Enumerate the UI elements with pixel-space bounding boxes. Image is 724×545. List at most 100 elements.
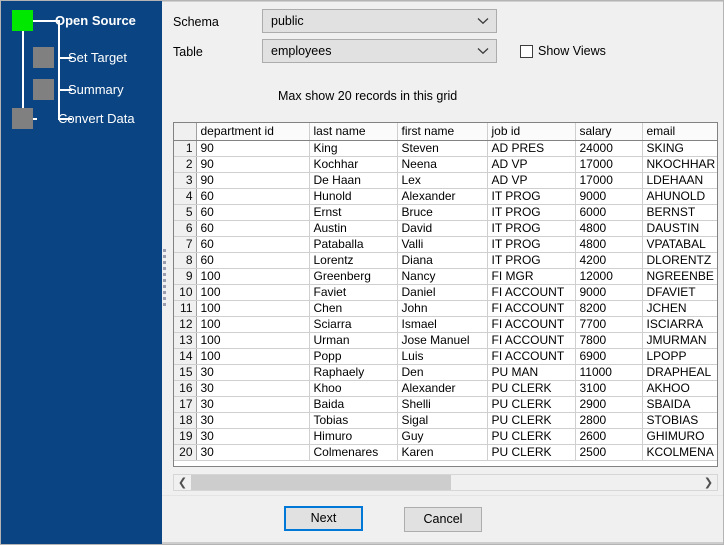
cell-department-id[interactable]: 90 [196, 156, 310, 173]
cell-job-id[interactable]: AD VP [487, 172, 576, 189]
cell-job-id[interactable]: IT PROG [487, 236, 576, 253]
table-row[interactable]: 12 100 Sciarra Ismael FI ACCOUNT 7700 ISCIARRA [174, 316, 717, 333]
cell-last-name[interactable]: Himuro [309, 428, 398, 445]
cell-last-name[interactable]: Greenberg [309, 268, 398, 285]
row-header-number[interactable]: 5 [174, 204, 197, 221]
cell-first-name[interactable]: Sigal [397, 412, 488, 429]
cell-job-id[interactable]: IT PROG [487, 252, 576, 269]
row-header-number[interactable]: 1 [174, 140, 197, 157]
cell-salary[interactable]: 8200 [575, 300, 643, 317]
cell-first-name[interactable]: Daniel [397, 284, 488, 301]
cell-department-id[interactable]: 30 [196, 412, 310, 429]
cell-last-name[interactable]: Chen [309, 300, 398, 317]
cell-last-name[interactable]: Urman [309, 332, 398, 349]
column-header-department-id[interactable]: department id [196, 123, 310, 141]
cell-first-name[interactable]: Diana [397, 252, 488, 269]
cell-last-name[interactable]: King [309, 140, 398, 157]
cell-email[interactable]: BERNST [642, 204, 717, 221]
cell-first-name[interactable]: Shelli [397, 396, 488, 413]
cell-email[interactable]: KCOLMENA [642, 444, 717, 461]
cell-salary[interactable]: 2900 [575, 396, 643, 413]
table-row[interactable]: 14 100 Popp Luis FI ACCOUNT 6900 LPOPP [174, 348, 717, 365]
column-header-first-name[interactable]: first name [397, 123, 488, 141]
row-header-number[interactable]: 16 [174, 380, 197, 397]
grid-horizontal-scrollbar[interactable]: ❮ ❯ [173, 474, 718, 491]
cell-department-id[interactable]: 60 [196, 204, 310, 221]
cell-department-id[interactable]: 30 [196, 428, 310, 445]
cell-job-id[interactable]: PU MAN [487, 364, 576, 381]
table-row[interactable]: 5 60 Ernst Bruce IT PROG 6000 BERNST [174, 204, 717, 221]
cell-email[interactable]: DFAVIET [642, 284, 717, 301]
column-header-job-id[interactable]: job id [487, 123, 576, 141]
cell-salary[interactable]: 17000 [575, 172, 643, 189]
cell-first-name[interactable]: Den [397, 364, 488, 381]
cell-department-id[interactable]: 90 [196, 172, 310, 189]
cell-job-id[interactable]: IT PROG [487, 188, 576, 205]
cell-first-name[interactable]: Ismael [397, 316, 488, 333]
cell-email[interactable]: DAUSTIN [642, 220, 717, 237]
cell-email[interactable]: SKING [642, 140, 717, 157]
cell-job-id[interactable]: IT PROG [487, 220, 576, 237]
cell-last-name[interactable]: Popp [309, 348, 398, 365]
table-row[interactable]: 19 30 Himuro Guy PU CLERK 2600 GHIMURO [174, 428, 717, 445]
row-header-number[interactable]: 14 [174, 348, 197, 365]
cell-salary[interactable]: 2600 [575, 428, 643, 445]
row-header-number[interactable]: 6 [174, 220, 197, 237]
cell-job-id[interactable]: FI ACCOUNT [487, 300, 576, 317]
table-row[interactable]: 9 100 Greenberg Nancy FI MGR 12000 NGREENBE [174, 268, 717, 285]
cell-salary[interactable]: 7800 [575, 332, 643, 349]
scroll-right-arrow-icon[interactable]: ❯ [700, 475, 717, 490]
row-header-number[interactable]: 7 [174, 236, 197, 253]
cell-salary[interactable]: 4800 [575, 236, 643, 253]
cell-salary[interactable]: 2500 [575, 444, 643, 461]
cell-last-name[interactable]: Raphaely [309, 364, 398, 381]
cell-email[interactable]: LDEHAAN [642, 172, 717, 189]
sidebar-item-set-target[interactable]: Set Target [33, 47, 127, 68]
table-row[interactable]: 11 100 Chen John FI ACCOUNT 8200 JCHEN [174, 300, 717, 317]
cell-email[interactable]: SBAIDA [642, 396, 717, 413]
cell-salary[interactable]: 4200 [575, 252, 643, 269]
cell-salary[interactable]: 17000 [575, 156, 643, 173]
cell-email[interactable]: AKHOO [642, 380, 717, 397]
cell-first-name[interactable]: Karen [397, 444, 488, 461]
table-row[interactable]: 17 30 Baida Shelli PU CLERK 2900 SBAIDA [174, 396, 717, 413]
cell-job-id[interactable]: FI ACCOUNT [487, 316, 576, 333]
cell-last-name[interactable]: Pataballa [309, 236, 398, 253]
cell-first-name[interactable]: Steven [397, 140, 488, 157]
table-row[interactable]: 15 30 Raphaely Den PU MAN 11000 DRAPHEAL [174, 364, 717, 381]
table-row[interactable]: 20 30 Colmenares Karen PU CLERK 2500 KCOLMENA [174, 444, 717, 461]
cell-department-id[interactable]: 100 [196, 268, 310, 285]
sidebar-item-open-source[interactable]: Open Source [12, 10, 136, 31]
scrollbar-track[interactable] [191, 475, 700, 490]
cell-job-id[interactable]: FI MGR [487, 268, 576, 285]
cell-email[interactable]: STOBIAS [642, 412, 717, 429]
column-header-email[interactable]: email [642, 123, 717, 141]
cell-email[interactable]: VPATABAL [642, 236, 717, 253]
cell-email[interactable]: ISCIARRA [642, 316, 717, 333]
cell-first-name[interactable]: Nancy [397, 268, 488, 285]
panel-splitter-handle[interactable] [162, 249, 169, 311]
row-header-number[interactable]: 13 [174, 332, 197, 349]
column-header-salary[interactable]: salary [575, 123, 643, 141]
row-header-number[interactable]: 9 [174, 268, 197, 285]
table-row[interactable]: 13 100 Urman Jose Manuel FI ACCOUNT 7800 JMURM… [174, 332, 717, 349]
cell-job-id[interactable]: PU CLERK [487, 380, 576, 397]
row-header-number[interactable]: 4 [174, 188, 197, 205]
cell-last-name[interactable]: Kochhar [309, 156, 398, 173]
cell-last-name[interactable]: Khoo [309, 380, 398, 397]
cell-email[interactable]: AHUNOLD [642, 188, 717, 205]
sidebar-item-summary[interactable]: Summary [33, 79, 124, 100]
cell-job-id[interactable]: FI ACCOUNT [487, 332, 576, 349]
row-header-corner[interactable] [174, 123, 197, 141]
row-header-number[interactable]: 11 [174, 300, 197, 317]
cell-last-name[interactable]: Tobias [309, 412, 398, 429]
cell-salary[interactable]: 6900 [575, 348, 643, 365]
cell-department-id[interactable]: 100 [196, 284, 310, 301]
cell-job-id[interactable]: PU CLERK [487, 444, 576, 461]
cell-salary[interactable]: 9000 [575, 188, 643, 205]
row-header-number[interactable]: 18 [174, 412, 197, 429]
cell-first-name[interactable]: Valli [397, 236, 488, 253]
table-row[interactable]: 3 90 De Haan Lex AD VP 17000 LDEHAAN [174, 172, 717, 189]
cell-last-name[interactable]: Sciarra [309, 316, 398, 333]
cell-job-id[interactable]: PU CLERK [487, 428, 576, 445]
